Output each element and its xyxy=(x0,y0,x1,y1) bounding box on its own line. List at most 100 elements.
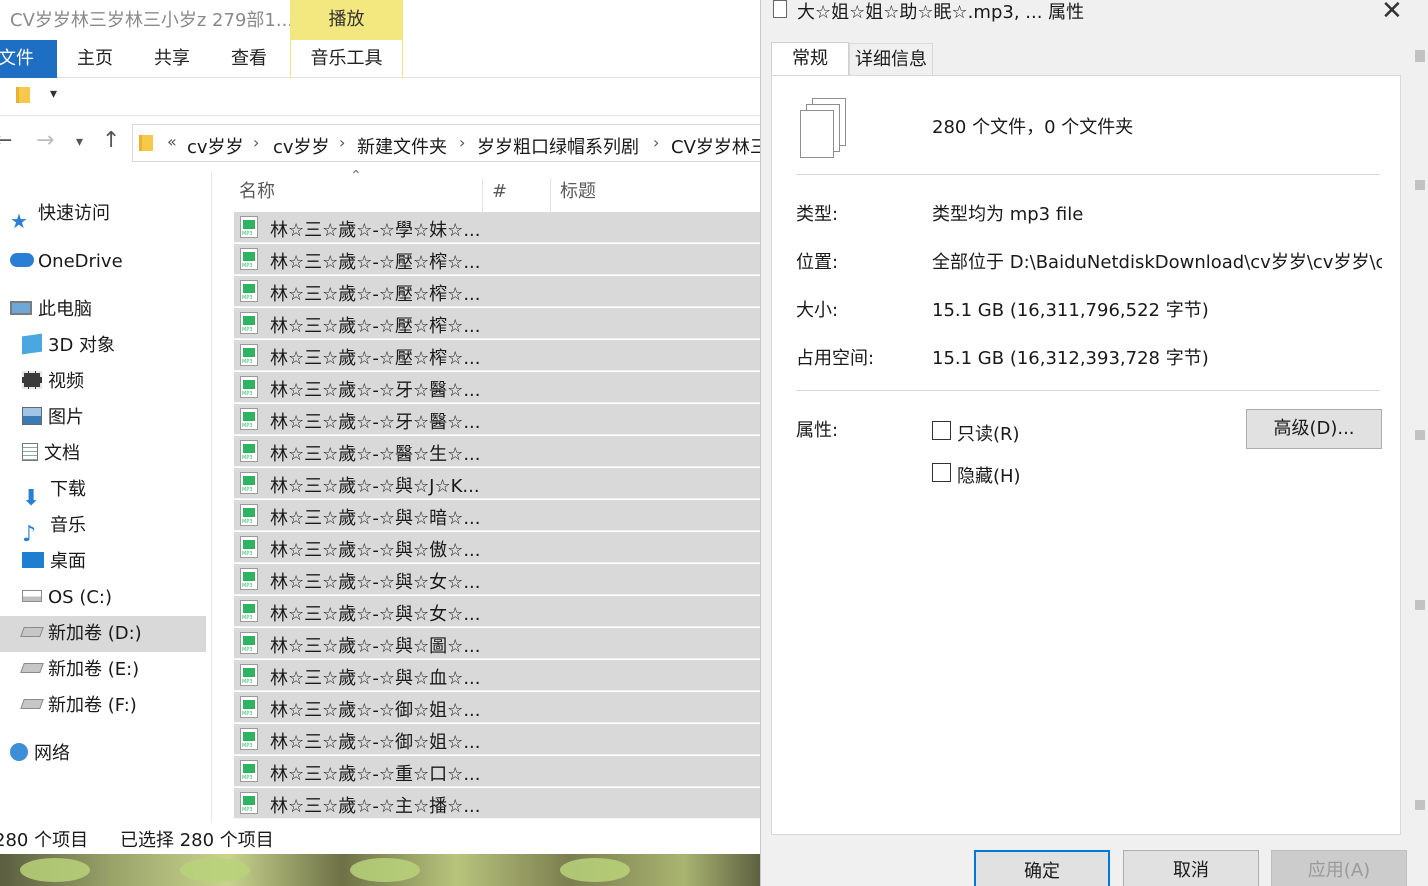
up-arrow-icon[interactable]: ↑ xyxy=(102,128,120,153)
advanced-button[interactable]: 高级(D)... xyxy=(1246,409,1382,449)
scroll-thumb[interactable] xyxy=(1415,430,1425,440)
background-scrollbar[interactable] xyxy=(1412,50,1428,880)
scroll-thumb[interactable] xyxy=(1415,50,1425,62)
file-row[interactable]: 林☆三☆歲☆-☆與☆圖☆... xyxy=(234,628,760,659)
mp3-file-icon xyxy=(240,472,258,494)
lily-pad xyxy=(20,858,90,882)
tab-music-tools[interactable]: 音乐工具 xyxy=(290,40,403,78)
file-explorer-window: CV岁岁林三岁林三小岁z 279部1... 播放 文件 主页 共享 查看 音乐工… xyxy=(0,0,760,886)
sidebar-item-quick-access[interactable]: ★ 快速访问 xyxy=(10,196,110,233)
chevron-right-icon[interactable]: › xyxy=(253,133,259,152)
sidebar-item-3d-objects[interactable]: 3D 对象 xyxy=(22,328,115,364)
cancel-button[interactable]: 取消 xyxy=(1123,850,1259,886)
file-row[interactable]: 林☆三☆歲☆-☆壓☆榨☆... xyxy=(234,308,760,339)
chevron-right-icon[interactable]: › xyxy=(653,133,659,152)
tab-general[interactable]: 常规 xyxy=(771,42,849,76)
tab-details[interactable]: 详细信息 xyxy=(849,43,933,76)
mp3-file-icon xyxy=(240,664,258,686)
file-row[interactable]: 林☆三☆歲☆-☆與☆女☆... xyxy=(234,564,760,595)
sidebar-item-documents[interactable]: 文档 xyxy=(22,436,80,472)
recent-locations-icon[interactable]: ▾ xyxy=(76,134,83,150)
file-row[interactable]: 林☆三☆歲☆-☆與☆傲☆... xyxy=(234,532,760,563)
back-arrow-icon[interactable]: ← xyxy=(0,128,12,153)
file-name: 林☆三☆歲☆-☆與☆血☆... xyxy=(270,668,481,689)
breadcrumb-segment[interactable]: 新建文件夹 xyxy=(357,133,447,159)
sidebar-item-music[interactable]: ♪ 音乐 xyxy=(22,508,86,547)
breadcrumb-segment[interactable]: CV岁岁林三 xyxy=(671,133,760,159)
mp3-file-icon xyxy=(240,504,258,526)
sidebar-item-drive-c[interactable]: OS (C:) xyxy=(22,580,112,616)
scroll-thumb[interactable] xyxy=(1415,600,1425,610)
file-row[interactable]: 林☆三☆歲☆-☆重☆口☆... xyxy=(234,756,760,787)
column-header-number[interactable]: # xyxy=(492,172,507,212)
file-row[interactable]: 林☆三☆歲☆-☆與☆暗☆... xyxy=(234,500,760,531)
address-overflow[interactable]: « xyxy=(167,132,177,151)
tab-view[interactable]: 查看 xyxy=(231,40,267,78)
file-icon xyxy=(773,0,787,18)
column-divider[interactable] xyxy=(482,178,483,212)
column-header-title[interactable]: 标题 xyxy=(560,172,596,212)
sidebar-item-pictures[interactable]: 图片 xyxy=(22,400,84,436)
dialog-title: 大☆姐☆姐☆助☆眠☆.mp3, ... 属性 xyxy=(797,2,1085,23)
file-row[interactable]: 林☆三☆歲☆-☆與☆J☆K... xyxy=(234,468,760,499)
file-row[interactable]: 林☆三☆歲☆-☆御☆姐☆... xyxy=(234,692,760,723)
forward-arrow-icon[interactable]: → xyxy=(36,128,54,153)
breadcrumb-segment[interactable]: cv岁岁 xyxy=(187,133,244,159)
apply-button[interactable]: 应用(A) xyxy=(1271,850,1407,886)
file-row[interactable]: 林☆三☆歲☆-☆與☆女☆... xyxy=(234,596,760,627)
sidebar-item-desktop[interactable]: 桌面 xyxy=(22,544,86,580)
cloud-icon xyxy=(10,253,34,267)
close-icon[interactable]: ✕ xyxy=(1381,0,1403,26)
scroll-thumb[interactable] xyxy=(1415,180,1425,190)
column-header-name[interactable]: 名称 xyxy=(239,172,275,212)
download-icon: ⬇ xyxy=(22,486,41,511)
disk-size-value: 15.1 GB (16,312,393,728 字节) xyxy=(932,348,1209,369)
breadcrumb-segment[interactable]: 岁岁粗口绿帽系列剧 xyxy=(477,133,639,159)
file-row[interactable]: 林☆三☆歲☆-☆牙☆醫☆... xyxy=(234,372,760,403)
sidebar-item-downloads[interactable]: ⬇ 下载 xyxy=(22,472,86,511)
mp3-file-icon xyxy=(240,632,258,654)
sidebar-item-drive-d[interactable]: 新加卷 (D:) xyxy=(0,616,206,652)
file-row[interactable]: 林☆三☆歲☆-☆壓☆榨☆... xyxy=(234,276,760,307)
customize-qat-icon[interactable]: ▾ xyxy=(50,86,57,102)
file-name: 林☆三☆歲☆-☆壓☆榨☆... xyxy=(270,316,481,337)
file-row[interactable]: 林☆三☆歲☆-☆牙☆醫☆... xyxy=(234,404,760,435)
file-name: 林☆三☆歲☆-☆壓☆榨☆... xyxy=(270,252,481,273)
sidebar-item-onedrive[interactable]: OneDrive xyxy=(10,244,123,280)
file-row[interactable]: 林☆三☆歲☆-☆學☆妹☆... xyxy=(234,212,760,243)
address-bar[interactable]: « cv岁岁 › cv岁岁 › 新建文件夹 › 岁岁粗口绿帽系列剧 › CV岁岁… xyxy=(132,124,760,162)
chevron-right-icon[interactable]: › xyxy=(459,133,465,152)
file-name: 林☆三☆歲☆-☆御☆姐☆... xyxy=(270,700,481,721)
chevron-right-icon[interactable]: › xyxy=(339,133,345,152)
file-name: 林☆三☆歲☆-☆壓☆榨☆... xyxy=(270,284,481,305)
file-row[interactable]: 林☆三☆歲☆-☆壓☆榨☆... xyxy=(234,244,760,275)
readonly-label[interactable]: 只读(R) xyxy=(957,420,1020,446)
file-row[interactable]: 林☆三☆歲☆-☆主☆播☆... xyxy=(234,788,760,819)
sidebar-item-drive-e[interactable]: 新加卷 (E:) xyxy=(20,652,139,688)
disk-size-label: 占用空间: xyxy=(796,348,875,369)
ok-button[interactable]: 确定 xyxy=(974,850,1110,886)
hidden-checkbox[interactable] xyxy=(932,463,951,482)
file-row[interactable]: 林☆三☆歲☆-☆與☆血☆... xyxy=(234,660,760,691)
sidebar-item-this-pc[interactable]: 此电脑 xyxy=(10,292,92,328)
file-row[interactable]: 林☆三☆歲☆-☆壓☆榨☆... xyxy=(234,340,760,371)
file-row[interactable]: 林☆三☆歲☆-☆御☆姐☆... xyxy=(234,724,760,755)
sidebar-item-drive-f[interactable]: 新加卷 (F:) xyxy=(20,688,137,724)
breadcrumb-segment[interactable]: cv岁岁 xyxy=(273,133,330,159)
sidebar-item-network[interactable]: 网络 xyxy=(10,736,70,772)
column-divider[interactable] xyxy=(550,178,551,212)
scroll-thumb[interactable] xyxy=(1415,800,1425,810)
mp3-file-icon xyxy=(240,600,258,622)
hidden-label[interactable]: 隐藏(H) xyxy=(957,462,1021,488)
play-context-tab[interactable]: 播放 xyxy=(290,0,403,40)
files-summary: 280 个文件，0 个文件夹 xyxy=(932,117,1134,138)
readonly-checkbox[interactable] xyxy=(932,421,951,440)
file-row[interactable]: 林☆三☆歲☆-☆醫☆生☆... xyxy=(234,436,760,467)
tab-file[interactable]: 文件 xyxy=(0,40,57,78)
folder-icon xyxy=(139,135,153,151)
folder-icon[interactable] xyxy=(16,87,30,103)
tab-share[interactable]: 共享 xyxy=(154,40,190,78)
mp3-file-icon xyxy=(240,792,258,814)
tab-home[interactable]: 主页 xyxy=(77,40,113,78)
sidebar-item-videos[interactable]: 视频 xyxy=(22,364,84,400)
